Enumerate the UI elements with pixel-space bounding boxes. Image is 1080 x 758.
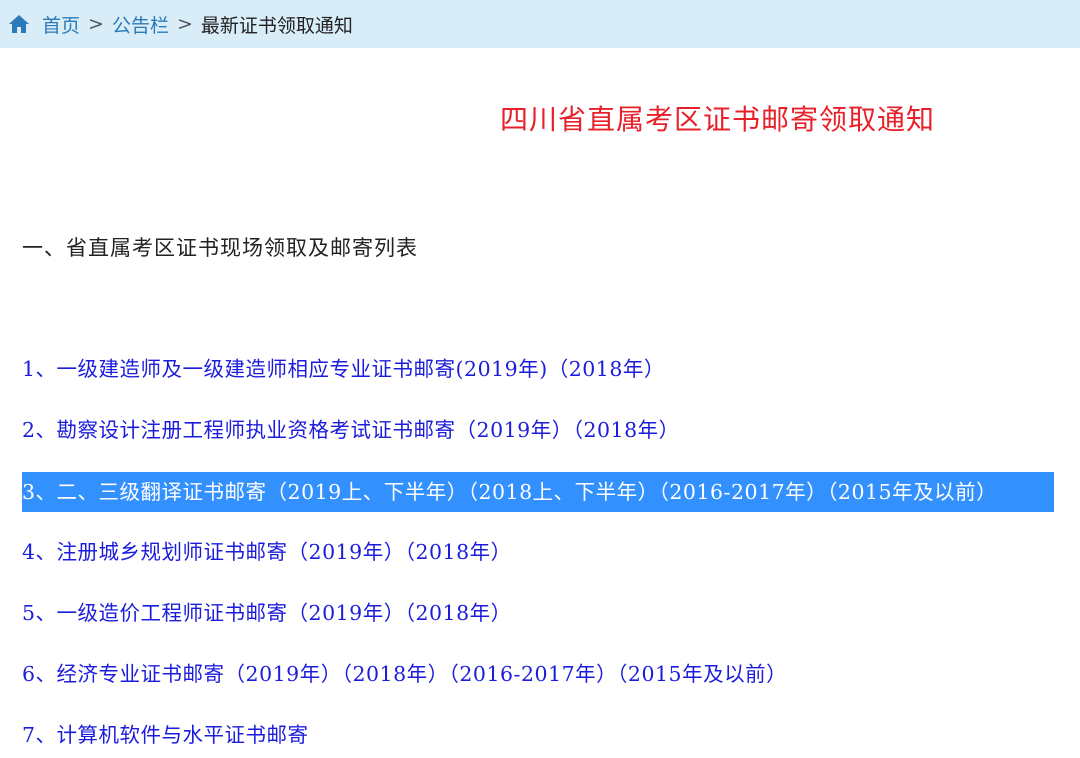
list-item-7[interactable]: 7、计算机软件与水平证书邮寄 xyxy=(22,715,309,755)
page-title: 四川省直属考区证书邮寄领取通知 xyxy=(500,103,936,136)
home-icon[interactable] xyxy=(6,12,32,36)
breadcrumb-separator: > xyxy=(88,13,104,35)
list-item-2[interactable]: 2、勘察设计注册工程师执业资格考试证书邮寄（2019年）（2018年） xyxy=(22,410,680,450)
breadcrumb-notice-board-link[interactable]: 公告栏 xyxy=(112,11,169,38)
list-item-6[interactable]: 6、经济专业证书邮寄（2019年）（2018年）（2016-2017年）（201… xyxy=(22,654,787,694)
list-item-1[interactable]: 1、一级建造师及一级建造师相应专业证书邮寄(2019年)（2018年） xyxy=(22,349,665,389)
breadcrumb-current: 最新证书领取通知 xyxy=(200,14,353,37)
breadcrumb-home-link[interactable]: 首页 xyxy=(42,11,80,38)
list-item-3-selected[interactable]: 3、二、三级翻译证书邮寄（2019上、下半年）（2018上、下半年）（2016-… xyxy=(22,472,1054,512)
breadcrumb-separator: > xyxy=(176,13,193,35)
section-heading: 一、省直属考区证书现场领取及邮寄列表 xyxy=(22,236,418,260)
breadcrumb: 首页 > 公告栏 > 最新证书领取通知 xyxy=(0,0,1080,48)
list-item-5[interactable]: 5、一级造价工程师证书邮寄（2019年）（2018年） xyxy=(22,593,512,633)
list-item-4[interactable]: 4、注册城乡规划师证书邮寄（2019年）（2018年） xyxy=(22,532,512,572)
